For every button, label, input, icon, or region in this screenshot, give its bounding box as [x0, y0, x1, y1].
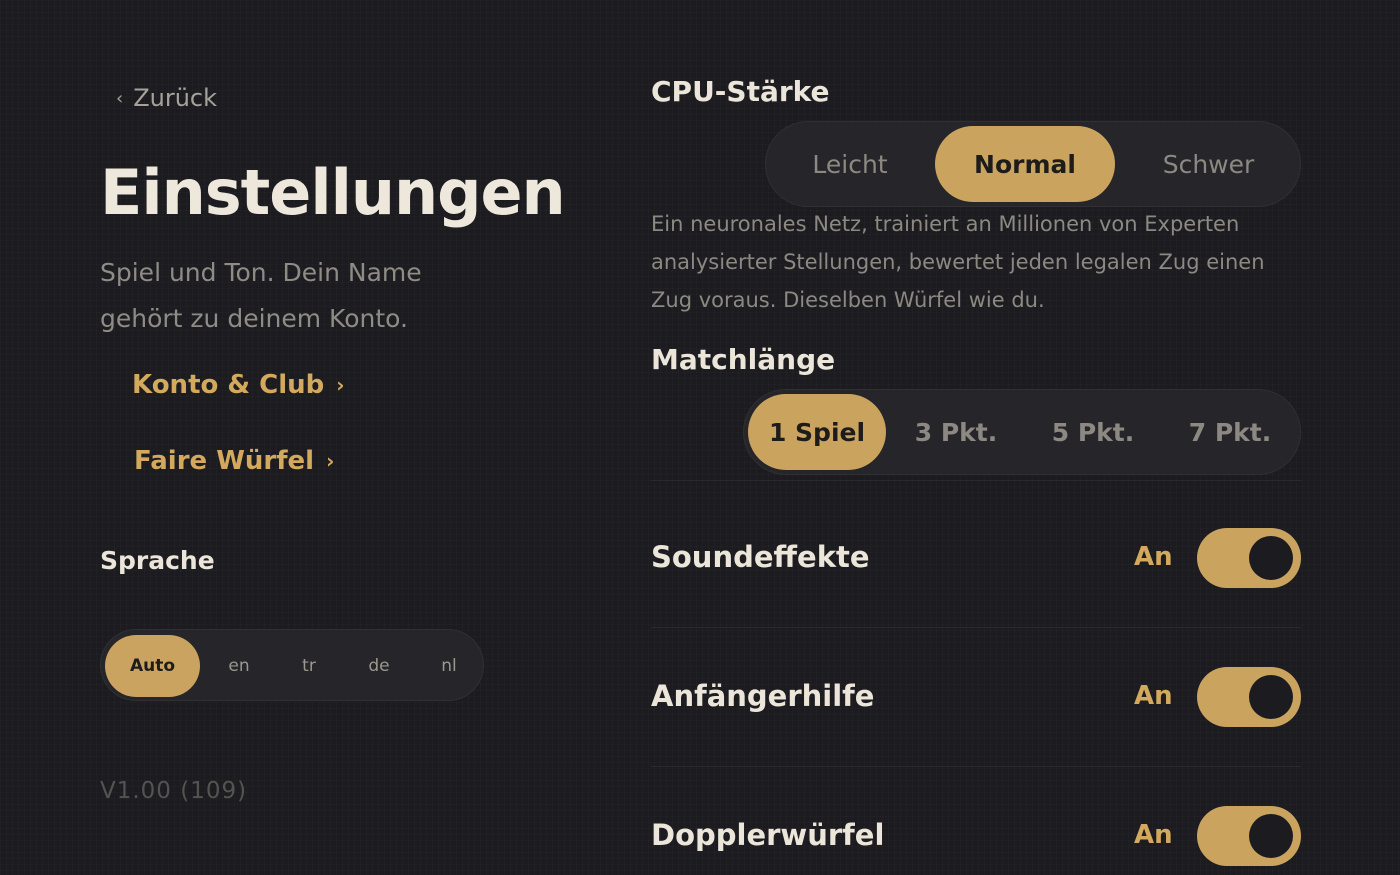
back-label: Zurück: [133, 84, 218, 112]
cpu-option-hard[interactable]: Schwer: [1121, 126, 1296, 202]
divider: [651, 480, 1301, 481]
sound-effects-state: An: [1134, 542, 1173, 572]
cpu-strength-heading: CPU-Stärke: [651, 75, 830, 108]
divider: [651, 627, 1301, 628]
back-button[interactable]: ‹ Zurück: [116, 84, 217, 112]
doubling-cube-toggle[interactable]: [1197, 806, 1301, 866]
toggle-knob: [1249, 536, 1293, 580]
chevron-right-icon: ›: [326, 449, 335, 473]
language-option-nl[interactable]: nl: [419, 635, 479, 697]
language-option-de[interactable]: de: [349, 635, 409, 697]
match-option-1-game[interactable]: 1 Spiel: [748, 394, 886, 470]
page-title: Einstellungen: [100, 156, 566, 229]
language-option-tr[interactable]: tr: [279, 635, 339, 697]
language-selector: Auto en tr de nl: [100, 629, 484, 701]
toggle-knob: [1249, 814, 1293, 858]
version-label: V1.00 (109): [100, 778, 248, 804]
sound-effects-label: Soundeffekte: [651, 540, 870, 574]
cpu-option-easy[interactable]: Leicht: [766, 126, 934, 202]
doubling-cube-label: Dopplerwürfel: [651, 818, 885, 852]
language-label: Sprache: [100, 546, 215, 575]
cpu-strength-selector: Leicht Normal Schwer: [765, 121, 1301, 207]
chevron-left-icon: ‹: [116, 87, 124, 109]
chevron-right-icon: ›: [336, 373, 345, 397]
fair-dice-link[interactable]: Faire Würfel ›: [134, 446, 334, 476]
language-option-en[interactable]: en: [209, 635, 269, 697]
account-club-link[interactable]: Konto & Club ›: [132, 370, 345, 400]
beginner-help-state: An: [1134, 681, 1173, 711]
divider: [651, 766, 1301, 767]
toggle-knob: [1249, 675, 1293, 719]
page-subtitle: Spiel und Ton. Dein Name gehört zu deine…: [100, 258, 422, 333]
beginner-help-toggle[interactable]: [1197, 667, 1301, 727]
match-option-5-points[interactable]: 5 Pkt.: [1027, 394, 1159, 470]
match-option-7-points[interactable]: 7 Pkt.: [1164, 394, 1296, 470]
cpu-option-normal[interactable]: Normal: [935, 126, 1115, 202]
language-option-auto[interactable]: Auto: [105, 635, 200, 697]
sound-effects-toggle[interactable]: [1197, 528, 1301, 588]
doubling-cube-state: An: [1134, 820, 1173, 850]
match-length-selector: 1 Spiel 3 Pkt. 5 Pkt. 7 Pkt.: [743, 389, 1301, 475]
fair-dice-label: Faire Würfel: [134, 446, 315, 476]
match-option-3-points[interactable]: 3 Pkt.: [890, 394, 1022, 470]
account-club-label: Konto & Club: [132, 370, 325, 400]
cpu-description: Ein neuronales Netz, trainiert an Millio…: [651, 212, 1265, 312]
beginner-help-label: Anfängerhilfe: [651, 679, 875, 713]
match-length-heading: Matchlänge: [651, 343, 836, 376]
